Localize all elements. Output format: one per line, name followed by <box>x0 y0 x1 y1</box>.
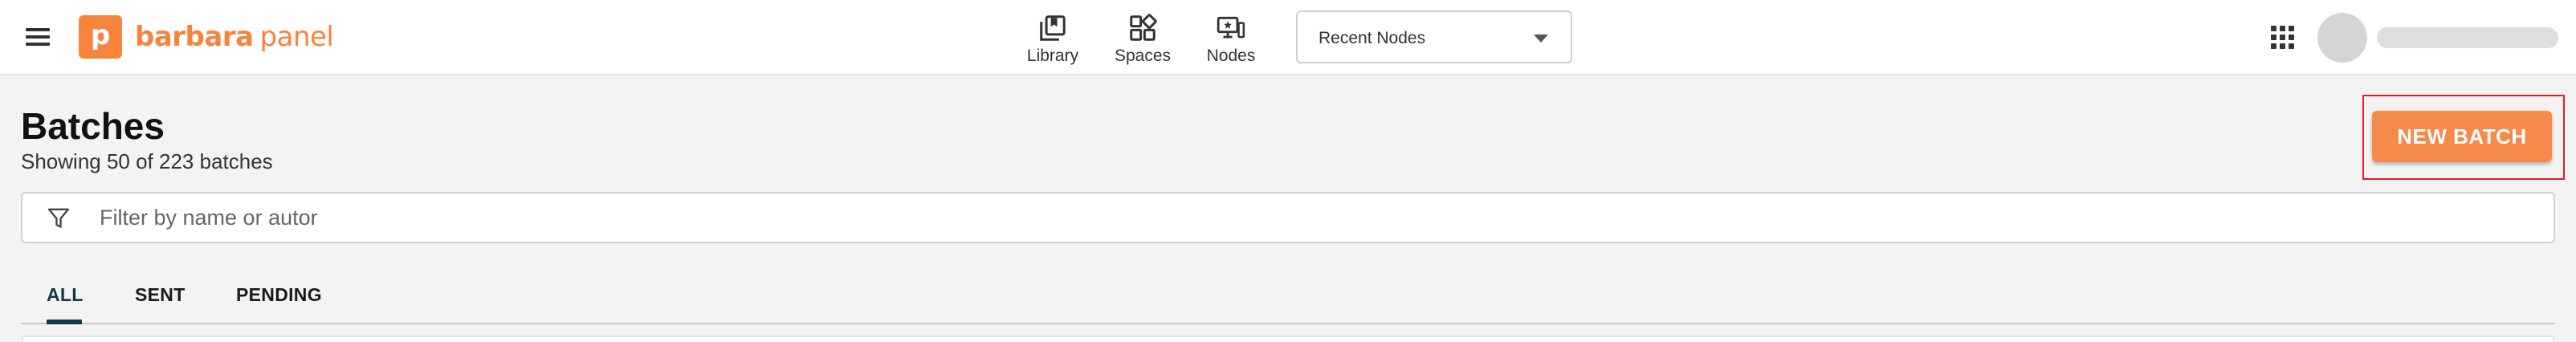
user-name-placeholder[interactable] <box>2377 27 2558 48</box>
logo-mark: p <box>79 15 122 59</box>
new-batch-button[interactable]: NEW BATCH <box>2372 111 2552 162</box>
tab-sent[interactable]: SENT <box>135 284 185 306</box>
nav-item-spaces[interactable]: Spaces <box>1107 13 1179 66</box>
nav-item-library[interactable]: Library <box>1017 13 1089 66</box>
avatar[interactable] <box>2317 13 2367 63</box>
apps-grid-icon[interactable] <box>2269 24 2297 51</box>
spaces-icon <box>1130 14 1157 41</box>
page-title: Batches <box>21 105 165 147</box>
logo-name-bold: barbara <box>135 21 254 53</box>
nav-label-library: Library <box>1026 47 1079 65</box>
caret-down-icon <box>1534 35 1548 43</box>
tab-pending[interactable]: PENDING <box>236 284 322 306</box>
tab-all[interactable]: ALL <box>47 284 84 306</box>
menu-icon[interactable] <box>24 23 51 51</box>
library-icon <box>1040 15 1066 41</box>
nodes-icon <box>1217 16 1245 39</box>
new-batch-highlight: NEW BATCH <box>2362 95 2565 180</box>
nav-label-spaces: Spaces <box>1114 47 1172 65</box>
batch-tabs: ALL SENT PENDING <box>21 273 2555 324</box>
top-bar: p barbara panel Library Spaces Nodes Rec… <box>0 0 2576 75</box>
filter-bar <box>21 192 2555 243</box>
nav-label-nodes: Nodes <box>1206 47 1256 65</box>
batch-list-container <box>21 336 2555 342</box>
logo-text: barbara panel <box>135 21 334 53</box>
logo-name-thin: panel <box>259 21 334 53</box>
recent-nodes-select-value: Recent Nodes <box>1319 29 1426 47</box>
nav-item-nodes[interactable]: Nodes <box>1195 13 1267 66</box>
active-tab-indicator <box>47 320 82 324</box>
filter-input[interactable] <box>100 202 2525 234</box>
filter-icon <box>47 208 70 228</box>
app-logo[interactable]: p barbara panel <box>79 15 334 59</box>
batch-count-text: Showing 50 of 223 batches <box>21 149 273 173</box>
recent-nodes-select[interactable]: Recent Nodes <box>1296 10 1572 63</box>
